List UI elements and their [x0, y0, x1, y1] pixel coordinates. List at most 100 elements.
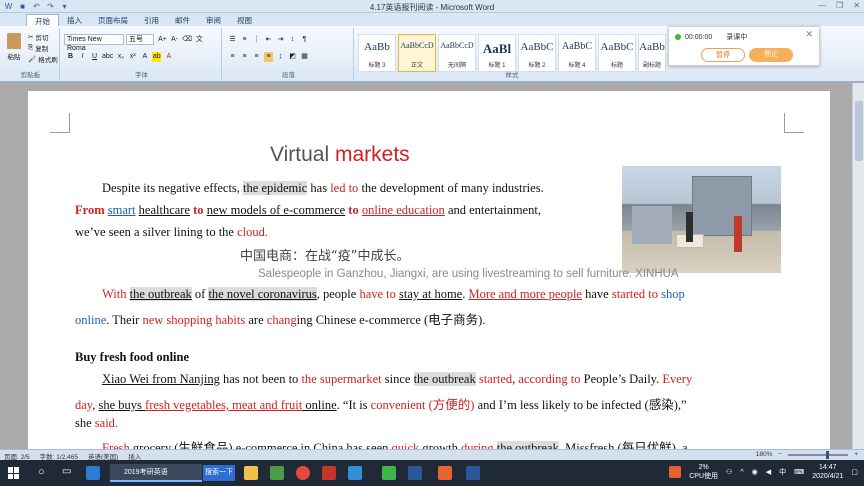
justify-icon[interactable]: ≡: [264, 52, 273, 62]
tab-mailings[interactable]: 邮件: [167, 14, 198, 26]
tab-view[interactable]: 视图: [229, 14, 260, 26]
style-heading-1[interactable]: AaBl 标题 1: [478, 34, 516, 72]
zoom-out-icon[interactable]: −: [778, 451, 782, 458]
app-icon[interactable]: [270, 466, 284, 480]
paste-button[interactable]: 粘贴: [6, 33, 22, 61]
window-title: 4.17英语报刊阅读 - Microsoft Word: [369, 3, 495, 12]
increase-indent-icon[interactable]: ⇥: [276, 35, 285, 45]
style-normal[interactable]: AaBbCcD 正文: [398, 34, 436, 72]
pause-button[interactable]: 暂停: [701, 48, 745, 62]
decrease-indent-icon[interactable]: ⇤: [264, 35, 273, 45]
copy-button[interactable]: ⎘ 复制: [28, 42, 58, 53]
highlight-icon[interactable]: ab: [152, 52, 162, 62]
bold-icon[interactable]: B: [66, 52, 75, 62]
strikethrough-icon[interactable]: abc: [102, 52, 113, 62]
network-icon[interactable]: ◉: [752, 468, 758, 476]
bullets-icon[interactable]: ☰: [228, 35, 237, 45]
task-view-icon[interactable]: ▭: [62, 466, 71, 477]
tab-page-layout[interactable]: 页面布局: [90, 14, 136, 26]
text-effects-icon[interactable]: A: [140, 52, 149, 62]
tab-home[interactable]: 开始: [26, 14, 59, 26]
style-heading-4[interactable]: AaBbC 标题 4: [558, 34, 596, 72]
article-photo: [622, 166, 781, 273]
font-color-icon[interactable]: A: [164, 52, 173, 62]
windows-start-icon[interactable]: [8, 467, 20, 479]
clock-time: 14:47: [819, 464, 837, 471]
file-explorer-icon[interactable]: [244, 466, 258, 480]
numbering-icon[interactable]: ≡: [240, 35, 249, 45]
borders-icon[interactable]: ▦: [300, 52, 309, 62]
close-icon[interactable]: ✕: [805, 29, 813, 40]
style-heading-3[interactable]: AaBb 标题 3: [358, 34, 396, 72]
paste-label: 粘贴: [7, 54, 21, 61]
document-page[interactable]: Virtual markets Despite its negative eff…: [28, 91, 830, 449]
taskbar-word-item[interactable]: 2019考研英语: [110, 464, 202, 482]
paragraph-2-line-2: online. Their new shopping habits are ch…: [75, 313, 486, 327]
word-icon[interactable]: [408, 466, 422, 480]
tab-insert[interactable]: 插入: [59, 14, 90, 26]
line-spacing-icon[interactable]: ↨: [276, 52, 285, 62]
tab-review[interactable]: 审阅: [198, 14, 229, 26]
show-marks-icon[interactable]: ¶: [300, 35, 309, 45]
app-icon[interactable]: [348, 466, 362, 480]
shrink-font-icon[interactable]: A-: [170, 35, 179, 45]
word-icon[interactable]: [466, 466, 480, 480]
multilevel-list-icon[interactable]: ⋮: [252, 35, 261, 45]
superscript-icon[interactable]: x²: [128, 52, 137, 62]
volume-icon[interactable]: ◀: [766, 468, 771, 476]
taskbar-search-button[interactable]: 搜索一下: [203, 465, 235, 481]
subscript-icon[interactable]: x₂: [116, 52, 125, 62]
font-size-box[interactable]: 五号: [126, 34, 154, 45]
powerpoint-icon[interactable]: [438, 466, 452, 480]
chrome-icon[interactable]: [296, 466, 310, 480]
window-controls: — ❐ ✕: [818, 1, 860, 10]
document-area: Virtual markets Despite its negative eff…: [0, 83, 852, 449]
zoom-in-icon[interactable]: +: [854, 451, 858, 458]
ime-indicator[interactable]: 中: [779, 467, 786, 477]
font-name-box[interactable]: Times New Roma: [64, 34, 124, 52]
italic-icon[interactable]: I: [78, 52, 87, 62]
style-no-spacing[interactable]: AaBbCcD 无间隔: [438, 34, 476, 72]
ie-browser-icon[interactable]: [86, 466, 100, 480]
grow-font-icon[interactable]: A+: [158, 35, 167, 45]
format-painter-button[interactable]: 🖌 格式刷: [28, 53, 58, 64]
restore-icon[interactable]: ❐: [836, 1, 843, 10]
notification-icon[interactable]: ▢: [851, 468, 858, 476]
style-subtitle[interactable]: AaBb 副标题: [638, 34, 666, 72]
paragraph-1-line-1: Despite its negative effects, the epidem…: [102, 181, 544, 195]
scrollbar-thumb[interactable]: [855, 101, 863, 161]
zoom-level[interactable]: 180%: [756, 451, 773, 458]
paragraph-3-line-3: she said.: [75, 416, 119, 430]
clear-format-icon[interactable]: ⌫: [182, 35, 192, 45]
keyboard-icon[interactable]: ⌨: [794, 468, 804, 476]
shading-icon[interactable]: ◩: [288, 52, 297, 62]
zoom-slider[interactable]: [788, 450, 849, 459]
style-heading-2[interactable]: AaBbC 标题 2: [518, 34, 556, 72]
cpu-usage[interactable]: 2% CPU使用: [689, 463, 718, 481]
tab-references[interactable]: 引用: [136, 14, 167, 26]
underline-icon[interactable]: U: [90, 52, 99, 62]
app-icon[interactable]: [322, 466, 336, 480]
wechat-icon[interactable]: [382, 466, 396, 480]
minimize-icon[interactable]: —: [818, 1, 826, 10]
recording-time: 00:00:00: [685, 33, 713, 41]
zoom-slider-thumb[interactable]: [826, 450, 830, 459]
clipboard-group-label: 剪贴板: [20, 72, 41, 79]
align-left-icon[interactable]: ≡: [228, 52, 237, 62]
close-icon[interactable]: ✕: [853, 1, 860, 10]
style-title[interactable]: AaBbC 标题: [598, 34, 636, 72]
chevron-up-icon[interactable]: ^: [740, 469, 743, 476]
person-image: [686, 212, 693, 242]
clock[interactable]: 14:47 2020/4/21: [812, 463, 843, 481]
people-icon[interactable]: ⚇: [726, 468, 732, 476]
phonetic-guide-icon[interactable]: 文: [195, 35, 204, 45]
search-icon[interactable]: ○: [38, 466, 45, 478]
vertical-scrollbar[interactable]: [852, 83, 864, 449]
sogou-ime-icon[interactable]: [669, 466, 682, 478]
stop-button[interactable]: 停止: [749, 48, 793, 62]
cut-button[interactable]: ✂ 剪切: [28, 31, 58, 42]
sort-icon[interactable]: ↕: [288, 35, 297, 45]
align-right-icon[interactable]: ≡: [252, 52, 261, 62]
status-bar: 页面: 2/5 字数: 1/2,465 英语(美国) 插入 180% − +: [0, 449, 864, 461]
align-center-icon[interactable]: ≡: [240, 52, 249, 62]
